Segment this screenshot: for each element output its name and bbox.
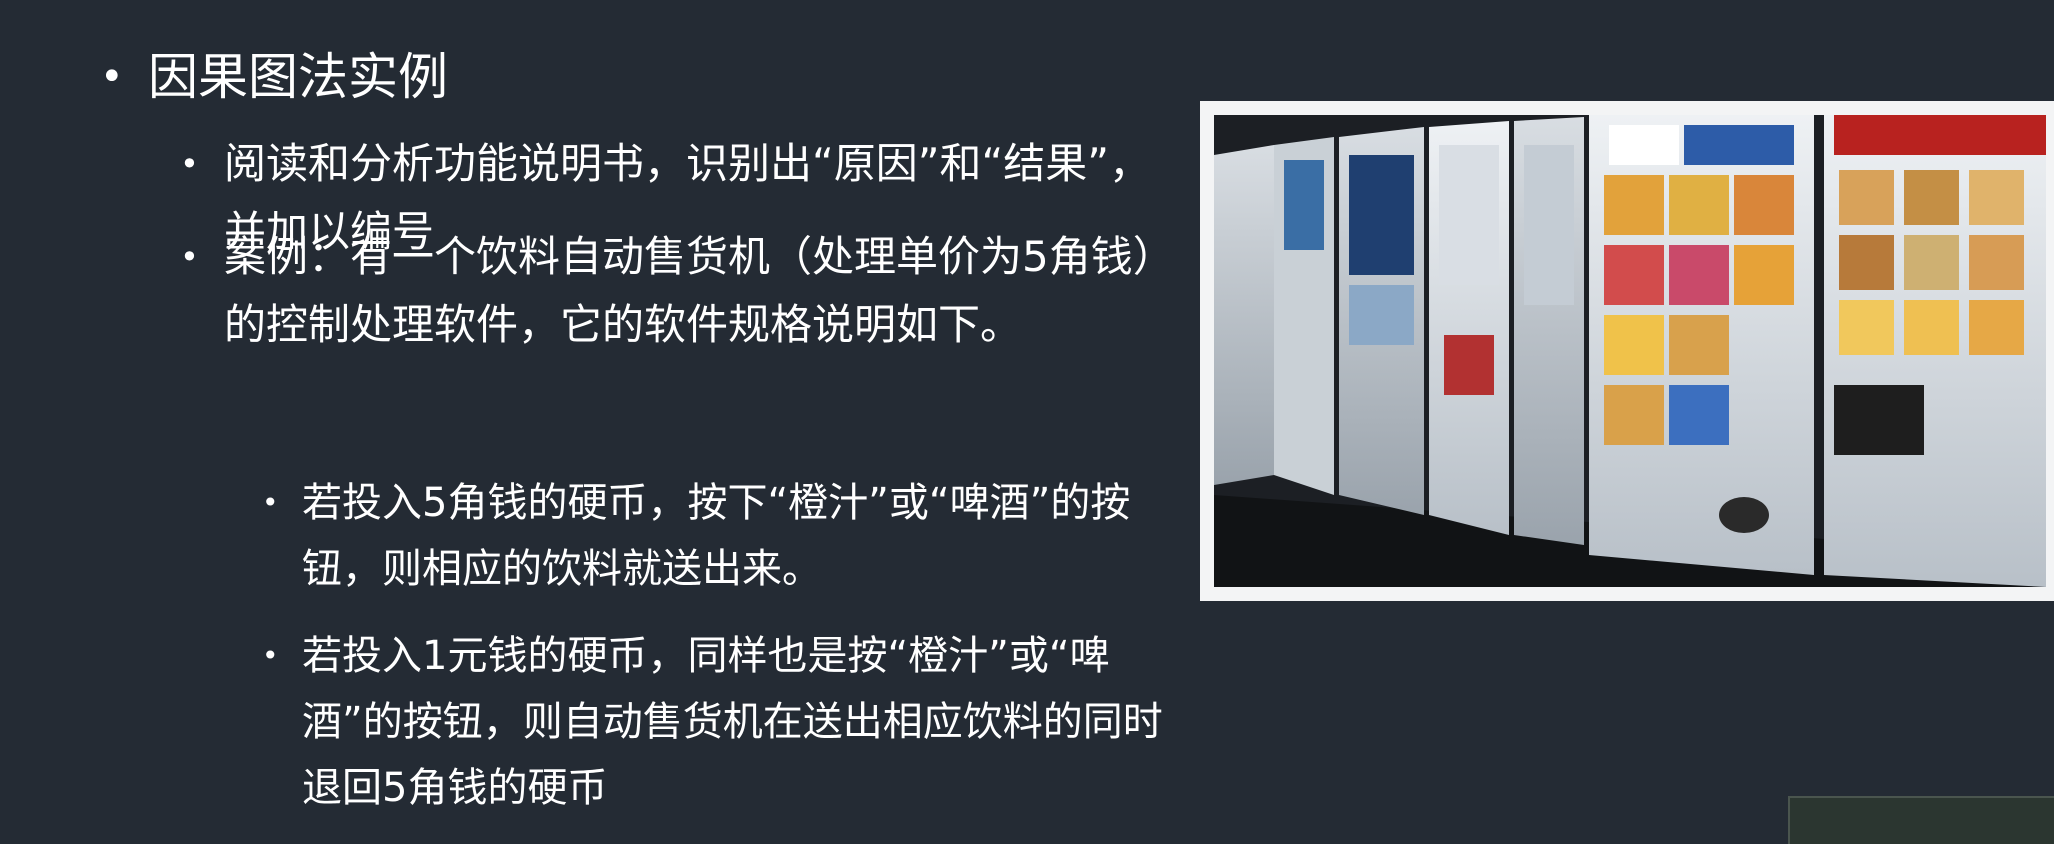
bullet-point-2: • 案例：有一个饮料自动售货机（处理单价为5角钱）的控制处理软件，它的软件规格说… — [180, 223, 1180, 359]
vending-machines-illustration — [1214, 115, 2046, 587]
sub-bullet-point-1-text: 若投入5角钱的硬币，按下“橙汁”或“啤酒”的按钮，则相应的饮料就送出来。 — [302, 480, 1131, 592]
sub-bullet-point-2: • 若投入1元钱的硬币，同样也是按“橙汁”或“啤酒”的按钮，则自动售货机在送出相… — [262, 623, 1182, 821]
slide: • 因果图法实例 • 阅读和分析功能说明书，识别出“原因”和“结果”，并加以编号… — [0, 0, 2054, 844]
bullet-icon: • — [180, 238, 199, 276]
corner-overlay — [1788, 796, 2054, 844]
slide-title-item: • 因果图法实例 — [100, 46, 448, 108]
photo-frame — [1200, 101, 2054, 601]
bullet-icon: • — [180, 145, 199, 183]
bullet-icon: • — [100, 54, 124, 100]
sub-bullet-point-1: • 若投入5角钱的硬币，按下“橙汁”或“啤酒”的按钮，则相应的饮料就送出来。 — [262, 470, 1182, 602]
vending-machines-photo — [1214, 115, 2046, 587]
bullet-icon: • — [262, 486, 279, 519]
bullet-point-2-text: 案例：有一个饮料自动售货机（处理单价为5角钱）的控制处理软件，它的软件规格说明如… — [224, 232, 1175, 349]
bullet-icon: • — [262, 639, 279, 672]
sub-bullet-point-2-text: 若投入1元钱的硬币，同样也是按“橙汁”或“啤酒”的按钮，则自动售货机在送出相应饮… — [302, 633, 1163, 811]
slide-title: 因果图法实例 — [148, 48, 448, 106]
